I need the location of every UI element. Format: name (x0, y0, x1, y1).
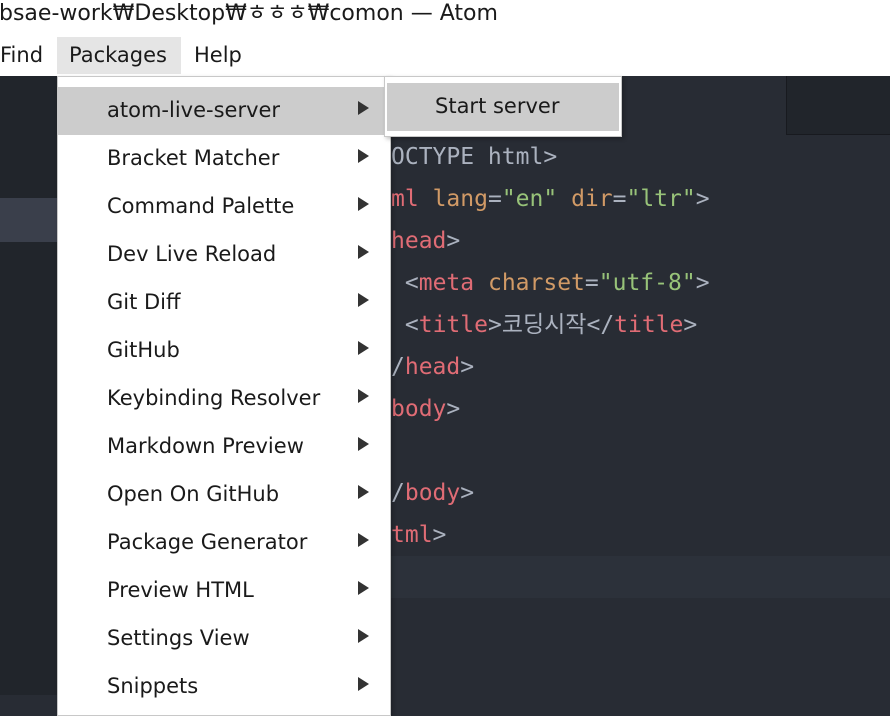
editor-tab-area[interactable] (786, 76, 890, 135)
code-token: / (391, 354, 405, 380)
menu-item-label: atom-live-server (107, 98, 281, 122)
menu-item-bracket-matcher[interactable]: Bracket Matcher (58, 135, 390, 183)
menu-item-label: Command Palette (107, 194, 295, 218)
code-token: > (683, 312, 698, 338)
menu-item-package-generator[interactable]: Package Generator (58, 519, 390, 567)
code-token: ml (391, 186, 419, 212)
submenu-arrow-icon (358, 149, 369, 163)
code-token: charset (487, 270, 585, 296)
submenu-arrow-icon (358, 581, 369, 595)
submenu-arrow-icon (358, 101, 369, 115)
menu-item-snippets[interactable]: Snippets (58, 663, 390, 711)
submenu-arrow-icon (358, 677, 369, 691)
menu-packages[interactable]: Packages (57, 37, 181, 74)
code-token: OCTYPE html> (391, 144, 558, 170)
submenu-arrow-icon (358, 197, 369, 211)
submenu-arrow-icon (358, 533, 369, 547)
code-token: head (391, 228, 447, 254)
code-token: body (404, 480, 461, 506)
window-title: bsae-work₩Desktop₩ㅎㅎㅎ₩comon — Atom (0, 1, 498, 26)
code-token: < (404, 312, 419, 338)
code-line-3: head> (391, 224, 460, 258)
menu-item-label: Preview HTML (107, 578, 254, 602)
submenu-arrow-icon (358, 293, 369, 307)
tree-view[interactable] (0, 76, 58, 695)
code-token: tml (391, 522, 433, 548)
code-token: = (612, 186, 627, 212)
code-token: "ltr" (626, 186, 696, 212)
code-line-1: OCTYPE html> (391, 140, 557, 174)
submenu-arrow-icon (358, 341, 369, 355)
code-token: / (391, 480, 405, 506)
code-token: > (695, 270, 710, 296)
cursor-line-highlight (390, 556, 890, 598)
menu-item-preview-html[interactable]: Preview HTML (58, 567, 390, 615)
code-line-7: body> (391, 392, 460, 426)
code-token: > (432, 522, 447, 548)
menu-item-label: GitHub (107, 338, 180, 362)
code-line-4: <meta charset="utf-8"> (391, 266, 710, 300)
menu-item-open-on-github[interactable]: Open On GitHub (58, 471, 390, 519)
code-token: </ (586, 312, 615, 338)
code-line-5: <title>코딩시작</title> (391, 308, 697, 342)
menu-item-label: Open On GitHub (107, 482, 280, 506)
code-line-10: tml> (391, 518, 446, 552)
start-server-label: Start server (435, 94, 560, 118)
tree-view-selected-row[interactable] (0, 198, 58, 242)
code-token: = (584, 270, 599, 296)
menu-item-atom-live-server[interactable]: atom-live-server (58, 87, 390, 135)
menu-item-label: Bracket Matcher (107, 146, 280, 170)
code-token: meta (418, 270, 475, 296)
start-server-menu-item[interactable]: Start server (387, 83, 619, 131)
atom-live-server-submenu: Start server (384, 76, 622, 137)
code-line-6: /head> (391, 350, 474, 384)
code-token: > (446, 396, 461, 422)
menu-find[interactable]: Find (0, 37, 55, 74)
code-token: > (460, 480, 475, 506)
menu-item-label: Snippets (107, 674, 199, 698)
submenu-arrow-icon (358, 437, 369, 451)
menu-item-command-palette[interactable]: Command Palette (58, 183, 390, 231)
menu-item-keybinding-resolver[interactable]: Keybinding Resolver (58, 375, 390, 423)
code-token: > (446, 228, 461, 254)
code-token: 코딩시작 (501, 312, 587, 338)
menu-item-label: Dev Live Reload (107, 242, 277, 266)
code-token: > (695, 186, 710, 212)
code-token: body (391, 396, 447, 422)
menu-item-markdown-preview[interactable]: Markdown Preview (58, 423, 390, 471)
code-token: > (460, 354, 475, 380)
code-token: = (487, 186, 502, 212)
packages-dropdown-menu: atom-live-server Bracket Matcher Command… (57, 76, 391, 716)
submenu-arrow-icon (358, 485, 369, 499)
menu-bar: Find Packages Help (0, 36, 890, 76)
menu-help[interactable]: Help (182, 37, 254, 74)
menu-item-label: Markdown Preview (107, 434, 304, 458)
code-token: lang (432, 186, 488, 212)
submenu-arrow-icon (358, 389, 369, 403)
code-token: > (487, 312, 502, 338)
submenu-arrow-icon (358, 245, 369, 259)
code-token: "en" (501, 186, 558, 212)
menu-item-label: Git Diff (107, 290, 181, 314)
code-token: title (418, 312, 488, 338)
menu-item-git-diff[interactable]: Git Diff (58, 279, 390, 327)
submenu-arrow-icon (358, 629, 369, 643)
title-bar: bsae-work₩Desktop₩ㅎㅎㅎ₩comon — Atom (0, 0, 890, 36)
code-token: head (404, 354, 461, 380)
code-token: title (614, 312, 684, 338)
code-token: "utf-8" (598, 270, 696, 296)
code-line-2: ml lang="en" dir="ltr"> (391, 182, 710, 216)
code-token: < (404, 270, 419, 296)
menu-item-dev-live-reload[interactable]: Dev Live Reload (58, 231, 390, 279)
code-line-9: /body> (391, 476, 474, 510)
menu-item-label: Keybinding Resolver (107, 386, 321, 410)
menu-item-settings-view[interactable]: Settings View (58, 615, 390, 663)
code-token: dir (571, 186, 613, 212)
menu-item-label: Package Generator (107, 530, 308, 554)
menu-item-label: Settings View (107, 626, 250, 650)
menu-item-github[interactable]: GitHub (58, 327, 390, 375)
